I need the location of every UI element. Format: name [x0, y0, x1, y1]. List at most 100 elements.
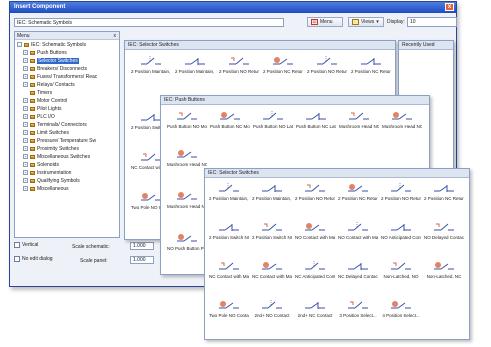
tree-item[interactable]: + Limit Switches	[23, 129, 69, 136]
symbol-tile[interactable]: Push Button NC Latching	[296, 110, 336, 129]
folder-icon	[30, 106, 35, 111]
expander-icon[interactable]: +	[23, 82, 28, 87]
symbol-tile[interactable]: Mushroom Head NC Momentary	[382, 110, 422, 129]
tree-item[interactable]: + Miscellaneous Switches	[23, 153, 90, 160]
symbol-tile[interactable]: 2 Position Maintain, NC	[252, 182, 292, 201]
symbol-tile[interactable]: 2 Position NO Return Fro...	[307, 55, 347, 74]
symbol-tile[interactable]: 2 Position Maintain, NO	[209, 182, 249, 201]
tree-item-label: Timers	[37, 89, 53, 96]
tree-item[interactable]: + Relays/ Contacts	[23, 81, 75, 88]
menu-tree: - IEC: Schematic Symbols + Push Buttons + Sel…	[15, 41, 119, 237]
tree-item[interactable]: - IEC: Schematic Symbols	[17, 41, 86, 48]
symbol-tile[interactable]: 2 Position NC Return Fro...	[338, 182, 378, 201]
tree-item[interactable]: Timers	[23, 89, 52, 96]
noedit-checkbox[interactable]	[14, 256, 20, 262]
symbol-tile[interactable]: NO Anticipated Contact	[381, 221, 421, 240]
symbol-label: Push Button NO Latching	[253, 124, 293, 129]
symbol-tile[interactable]: 2 Position NO Return Fro...	[295, 182, 335, 201]
tree-item[interactable]: + Push Buttons	[23, 49, 67, 56]
symbol-tile[interactable]: 2 Position NO Return Fro...	[381, 182, 421, 201]
selected-path-field[interactable]: IEC: Schematic Symbols	[14, 18, 284, 27]
symbol-tile[interactable]: Push Button NO Momentary	[167, 110, 207, 129]
expander-icon[interactable]: +	[23, 186, 28, 191]
tree-item[interactable]: + Terminals/ Connectors	[23, 121, 87, 128]
tree-item[interactable]: + Selector Switches	[23, 57, 79, 64]
menu-button[interactable]: Menu	[307, 17, 343, 27]
switch-symbol-icon	[306, 113, 326, 120]
tree-item[interactable]: + Breakers/ Disconnects	[23, 65, 87, 72]
tree-item[interactable]: + Solenoids	[23, 161, 59, 168]
expander-icon[interactable]: +	[23, 162, 28, 167]
tree-item[interactable]: + Qualifying Symbols	[23, 177, 80, 184]
views-button[interactable]: Views ▾	[348, 17, 384, 27]
symbol-tile[interactable]: NC Contact with Manual Unlat...	[209, 260, 249, 279]
switch-symbol-icon	[391, 224, 411, 231]
vertical-checkbox[interactable]	[14, 242, 20, 248]
expander-icon[interactable]: +	[23, 50, 28, 55]
expander-icon[interactable]: +	[23, 106, 28, 111]
symbol-tile[interactable]: 2 Position Maintain, NO	[131, 55, 171, 74]
expander-icon[interactable]: +	[23, 178, 28, 183]
expander-icon[interactable]: +	[23, 146, 28, 151]
symbol-tile[interactable]: 2 Position NC Return Fro...	[424, 182, 464, 201]
symbol-tile[interactable]: 2nd+ NC Contact	[295, 299, 335, 318]
expander-icon[interactable]: +	[23, 122, 28, 127]
symbol-tile[interactable]: Mushroom Head NO Latching	[167, 148, 207, 167]
tree-item[interactable]: + Pilot Lights	[23, 105, 61, 112]
folder-icon	[30, 146, 35, 151]
tree-item[interactable]: + PLC I/O	[23, 113, 55, 120]
symbol-tile[interactable]: Push Button NO Latching	[253, 110, 293, 129]
tree-item[interactable]: + Fuses/ Transformers/ Reac	[23, 73, 97, 80]
symbol-tile[interactable]: NC Delayed Contact	[338, 260, 378, 279]
tree-item[interactable]: + Pressure/ Temperature Sw	[23, 137, 96, 144]
tree-item[interactable]: + Miscellaneous	[23, 185, 69, 192]
expander-icon[interactable]: +	[23, 98, 28, 103]
switch-symbol-icon	[177, 234, 197, 242]
symbol-tile[interactable]: 2 Position NO Return Fro...	[219, 55, 259, 74]
expander-icon[interactable]: +	[23, 170, 28, 175]
symbol-tile[interactable]: Non-Latched, NO	[381, 260, 421, 279]
expander-icon[interactable]: +	[23, 130, 28, 135]
close-icon[interactable]: x	[445, 3, 454, 11]
noedit-option[interactable]: No edit dialog	[14, 256, 53, 262]
expander-icon[interactable]: +	[23, 114, 28, 119]
tree-item[interactable]: + Instrumentation	[23, 169, 71, 176]
symbol-tile[interactable]: Non-Latched, NC	[424, 260, 464, 279]
expander-icon[interactable]: +	[23, 138, 28, 143]
expander-icon[interactable]: +	[23, 74, 28, 79]
symbol-tile[interactable]: Push Button NC Momentary	[210, 110, 250, 129]
tree-item[interactable]: + Proximity Switches	[23, 145, 79, 152]
symbol-tile[interactable]: NC Anticipated Contact	[295, 260, 335, 279]
expander-icon[interactable]: +	[23, 154, 28, 159]
symbol-label: 2 Position Maintain, NC	[252, 196, 292, 201]
expander-icon[interactable]: +	[23, 66, 28, 71]
symbol-tile[interactable]: NO Contact with Manual Unlat...	[295, 221, 335, 240]
symbol-tile[interactable]: 2 Position NC Return Fro...	[351, 55, 391, 74]
symbol-tile[interactable]: 2 Position Switch NC w...	[252, 221, 292, 240]
symbol-tile[interactable]: 2 Position Maintain, NC	[175, 55, 215, 74]
switch-symbol-icon	[348, 301, 368, 309]
symbol-tile[interactable]: 3 Position Select...	[338, 299, 378, 318]
tree-item-label: Qualifying Symbols	[37, 177, 80, 184]
symbol-tile[interactable]: Mushroom Head NC Latching...	[167, 190, 207, 209]
symbol-tile[interactable]: 2 Position NC Return Fro...	[263, 55, 303, 74]
scale-panel-input[interactable]: 1.000	[130, 256, 154, 264]
symbol-tile[interactable]: Mushroom Head NO Momentary	[339, 110, 379, 129]
symbol-tile[interactable]: NO Contact with Maintained Po...	[338, 221, 378, 240]
expander-icon[interactable]: +	[23, 58, 28, 63]
symbol-tile[interactable]: NO Push Button Positive Make	[167, 232, 207, 251]
symbol-tile[interactable]: NC Contact with Maintained P...	[252, 260, 292, 279]
symbol-tile[interactable]: Two Pole NO Contact	[209, 299, 249, 318]
display-count-input[interactable]: 10	[407, 17, 457, 27]
close-icon[interactable]: x	[114, 33, 117, 39]
vertical-option[interactable]: Vertical	[14, 242, 38, 248]
symbol-tile[interactable]: 2nd+ NO Contact	[252, 299, 292, 318]
tree-item[interactable]: + Motor Control	[23, 97, 67, 104]
switch-symbol-icon	[361, 58, 381, 65]
scale-schematic-input[interactable]: 1.000	[130, 242, 154, 250]
symbol-tile[interactable]: 2 Position Switch NO w...	[209, 221, 249, 240]
expander-icon[interactable]: -	[17, 42, 22, 47]
symbol-tile[interactable]: NO Delayed Contact	[424, 221, 464, 240]
symbol-tile[interactable]: 4 Position Select...	[381, 299, 421, 318]
folder-icon	[30, 66, 35, 71]
